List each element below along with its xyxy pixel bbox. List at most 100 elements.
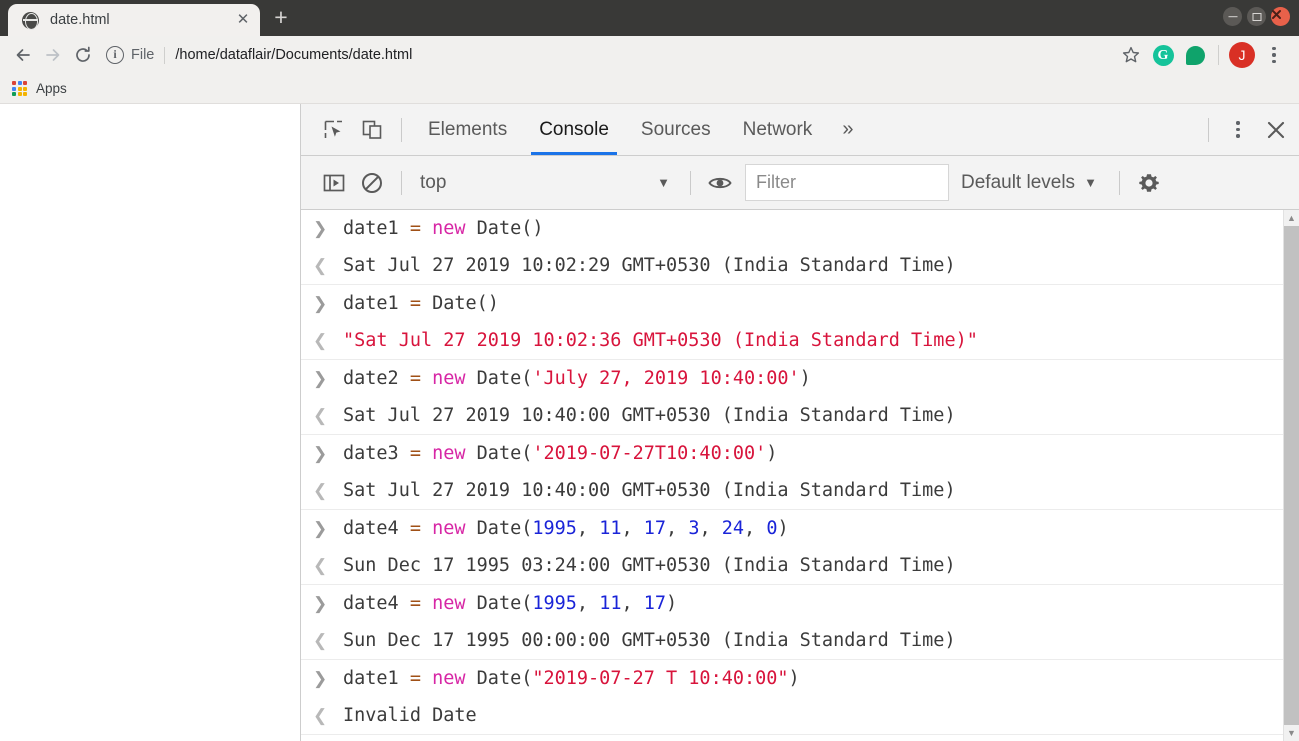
device-toolbar-button[interactable] [353, 111, 391, 149]
scrollbar-thumb[interactable] [1284, 226, 1299, 725]
console-input-marker-icon: ❯ [313, 443, 328, 463]
console-input-marker-icon: ❯ [313, 368, 328, 388]
reload-button[interactable] [68, 40, 98, 70]
devtools-menu-button[interactable] [1219, 111, 1257, 149]
extension-bubble-button[interactable] [1180, 40, 1210, 70]
console-filter-input[interactable]: Filter [745, 164, 949, 201]
console-context-selector[interactable]: top ▼ [412, 166, 680, 200]
close-icon [1267, 121, 1285, 138]
console-input-text: date4 = new Date(1995, 11, 17, 3, 24, 0) [343, 518, 789, 539]
reload-icon [76, 46, 90, 62]
browser-toolbar: i File /home/dataflair/Documents/date.ht… [0, 36, 1299, 74]
new-tab-button[interactable]: + [266, 4, 296, 34]
console-log[interactable]: ❯ date1 = new Date() ❮ Sat Jul 27 2019 10:0… [301, 210, 1283, 741]
toolbar-divider [1218, 45, 1219, 65]
devtools-settings-button[interactable] [1130, 164, 1168, 202]
browser-menu-button[interactable] [1259, 40, 1289, 70]
globe-icon [22, 11, 39, 30]
console-input-text: date1 = new Date("2019-07-27 T 10:40:00"… [343, 668, 800, 689]
console-sidebar-toggle[interactable] [315, 164, 353, 202]
devtools-right-controls [1198, 111, 1295, 149]
console-scrollbar[interactable]: ▲ ▼ [1283, 210, 1299, 741]
inspect-element-button[interactable] [315, 111, 353, 149]
console-output-text: Sat Jul 27 2019 10:02:29 GMT+0530 (India… [343, 255, 956, 276]
live-expression-button[interactable] [701, 164, 739, 202]
tab-sources[interactable]: Sources [625, 104, 727, 155]
devtools-close-button[interactable] [1257, 111, 1295, 149]
scroll-down-button[interactable]: ▼ [1284, 725, 1299, 741]
scrollbar-track[interactable] [1284, 226, 1299, 725]
grammarly-extension-button[interactable]: G [1148, 40, 1178, 70]
console-input-marker-icon: ❯ [313, 293, 328, 313]
console-input-marker-icon: ❯ [313, 518, 328, 538]
browser-tab-strip: date.html ✕ + [0, 0, 1299, 36]
console-input-row[interactable]: ❯ date2 = new Date('July 27, 2019 10:40:0… [301, 360, 1283, 397]
console-prompt-row[interactable] [301, 735, 1283, 741]
tab-console[interactable]: Console [523, 104, 625, 155]
console-output-marker-icon: ❮ [313, 405, 328, 425]
console-output-row: ❮ Sat Jul 27 2019 10:40:00 GMT+0530 (Indi… [301, 472, 1283, 509]
bookmark-apps-label: Apps [36, 81, 67, 96]
console-output-text: Sun Dec 17 1995 03:24:00 GMT+0530 (India… [343, 555, 956, 576]
console-output-row: ❮ Sat Jul 27 2019 10:02:29 GMT+0530 (Indi… [301, 247, 1283, 284]
console-input-row[interactable]: ❯ date4 = new Date(1995, 11, 17, 3, 24, 0… [301, 510, 1283, 547]
chevron-down-icon: ▼ [1084, 175, 1097, 190]
console-output-marker-icon: ❮ [313, 705, 328, 725]
console-input-row[interactable]: ❯ date1 = new Date() [301, 210, 1283, 247]
close-icon [1272, 10, 1281, 19]
devtools-divider-right [1208, 117, 1209, 142]
maximize-button[interactable] [1247, 7, 1266, 26]
console-output-marker-icon: ❮ [313, 555, 328, 575]
console-entry-group: ❯ date1 = new Date() ❮ Sat Jul 27 2019 10:0… [301, 210, 1283, 285]
console-context-value: top [420, 171, 447, 193]
back-button[interactable] [8, 40, 38, 70]
toolbar-icons: G J [1116, 40, 1289, 70]
console-levels-dropdown[interactable]: Default levels ▼ [949, 172, 1109, 194]
close-icon[interactable]: ✕ [234, 11, 252, 29]
console-output-marker-icon: ❮ [313, 255, 328, 275]
forward-button[interactable] [38, 40, 68, 70]
web-page-viewport [0, 104, 300, 741]
console-log-wrapper: ❯ date1 = new Date() ❮ Sat Jul 27 2019 10:0… [301, 210, 1299, 741]
device-toolbar-icon [362, 120, 382, 139]
console-input-row[interactable]: ❯ date3 = new Date('2019-07-27T10:40:00') [301, 435, 1283, 472]
clear-console-icon [362, 172, 382, 193]
console-toolbar: top ▼ Filter Default levels ▼ [301, 156, 1299, 210]
console-input-row[interactable]: ❯ date1 = Date() [301, 285, 1283, 322]
grammarly-icon: G [1152, 44, 1174, 66]
clear-console-button[interactable] [353, 164, 391, 202]
console-toolbar-divider-2 [690, 170, 691, 195]
browser-tab[interactable]: date.html ✕ [8, 4, 260, 36]
address-bar[interactable]: i File /home/dataflair/Documents/date.ht… [106, 41, 1110, 69]
avatar: J [1229, 42, 1255, 68]
console-entry-group: ❯ date4 = new Date(1995, 11, 17, 3, 24, 0… [301, 510, 1283, 585]
bookmark-star-button[interactable] [1116, 40, 1146, 70]
minimize-button[interactable] [1223, 7, 1242, 26]
speech-bubble-icon [1185, 45, 1205, 65]
url-text: /home/dataflair/Documents/date.html [175, 47, 413, 63]
console-sidebar-icon [323, 174, 345, 191]
devtools-divider [401, 117, 402, 142]
tab-network[interactable]: Network [727, 104, 829, 155]
more-tabs-button[interactable]: » [828, 118, 867, 141]
console-input-text: date3 = new Date('2019-07-27T10:40:00') [343, 443, 778, 464]
content-area: Elements Console Sources Network » top ▼… [0, 104, 1299, 741]
page-info-icon[interactable]: i [106, 46, 124, 64]
profile-button[interactable]: J [1227, 40, 1257, 70]
console-entry-group: ❯ date4 = new Date(1995, 11, 17) ❮ Sun Dec … [301, 585, 1283, 660]
tab-elements[interactable]: Elements [412, 104, 523, 155]
console-output-marker-icon: ❮ [313, 480, 328, 500]
console-input-row[interactable]: ❯ date1 = new Date("2019-07-27 T 10:40:00… [301, 660, 1283, 697]
tab-title: date.html [50, 12, 110, 28]
url-scheme-label: File [131, 47, 155, 63]
scroll-up-button[interactable]: ▲ [1284, 210, 1299, 226]
arrow-left-icon [16, 49, 30, 61]
console-input-marker-icon: ❯ [313, 593, 328, 613]
chevron-down-icon: ▼ [657, 175, 670, 190]
console-input-text: date2 = new Date('July 27, 2019 10:40:00… [343, 368, 811, 389]
bookmark-apps[interactable]: Apps [12, 81, 67, 96]
console-output-text: Invalid Date [343, 705, 477, 726]
close-window-button[interactable] [1271, 7, 1290, 26]
console-input-text: date4 = new Date(1995, 11, 17) [343, 593, 678, 614]
console-input-row[interactable]: ❯ date4 = new Date(1995, 11, 17) [301, 585, 1283, 622]
